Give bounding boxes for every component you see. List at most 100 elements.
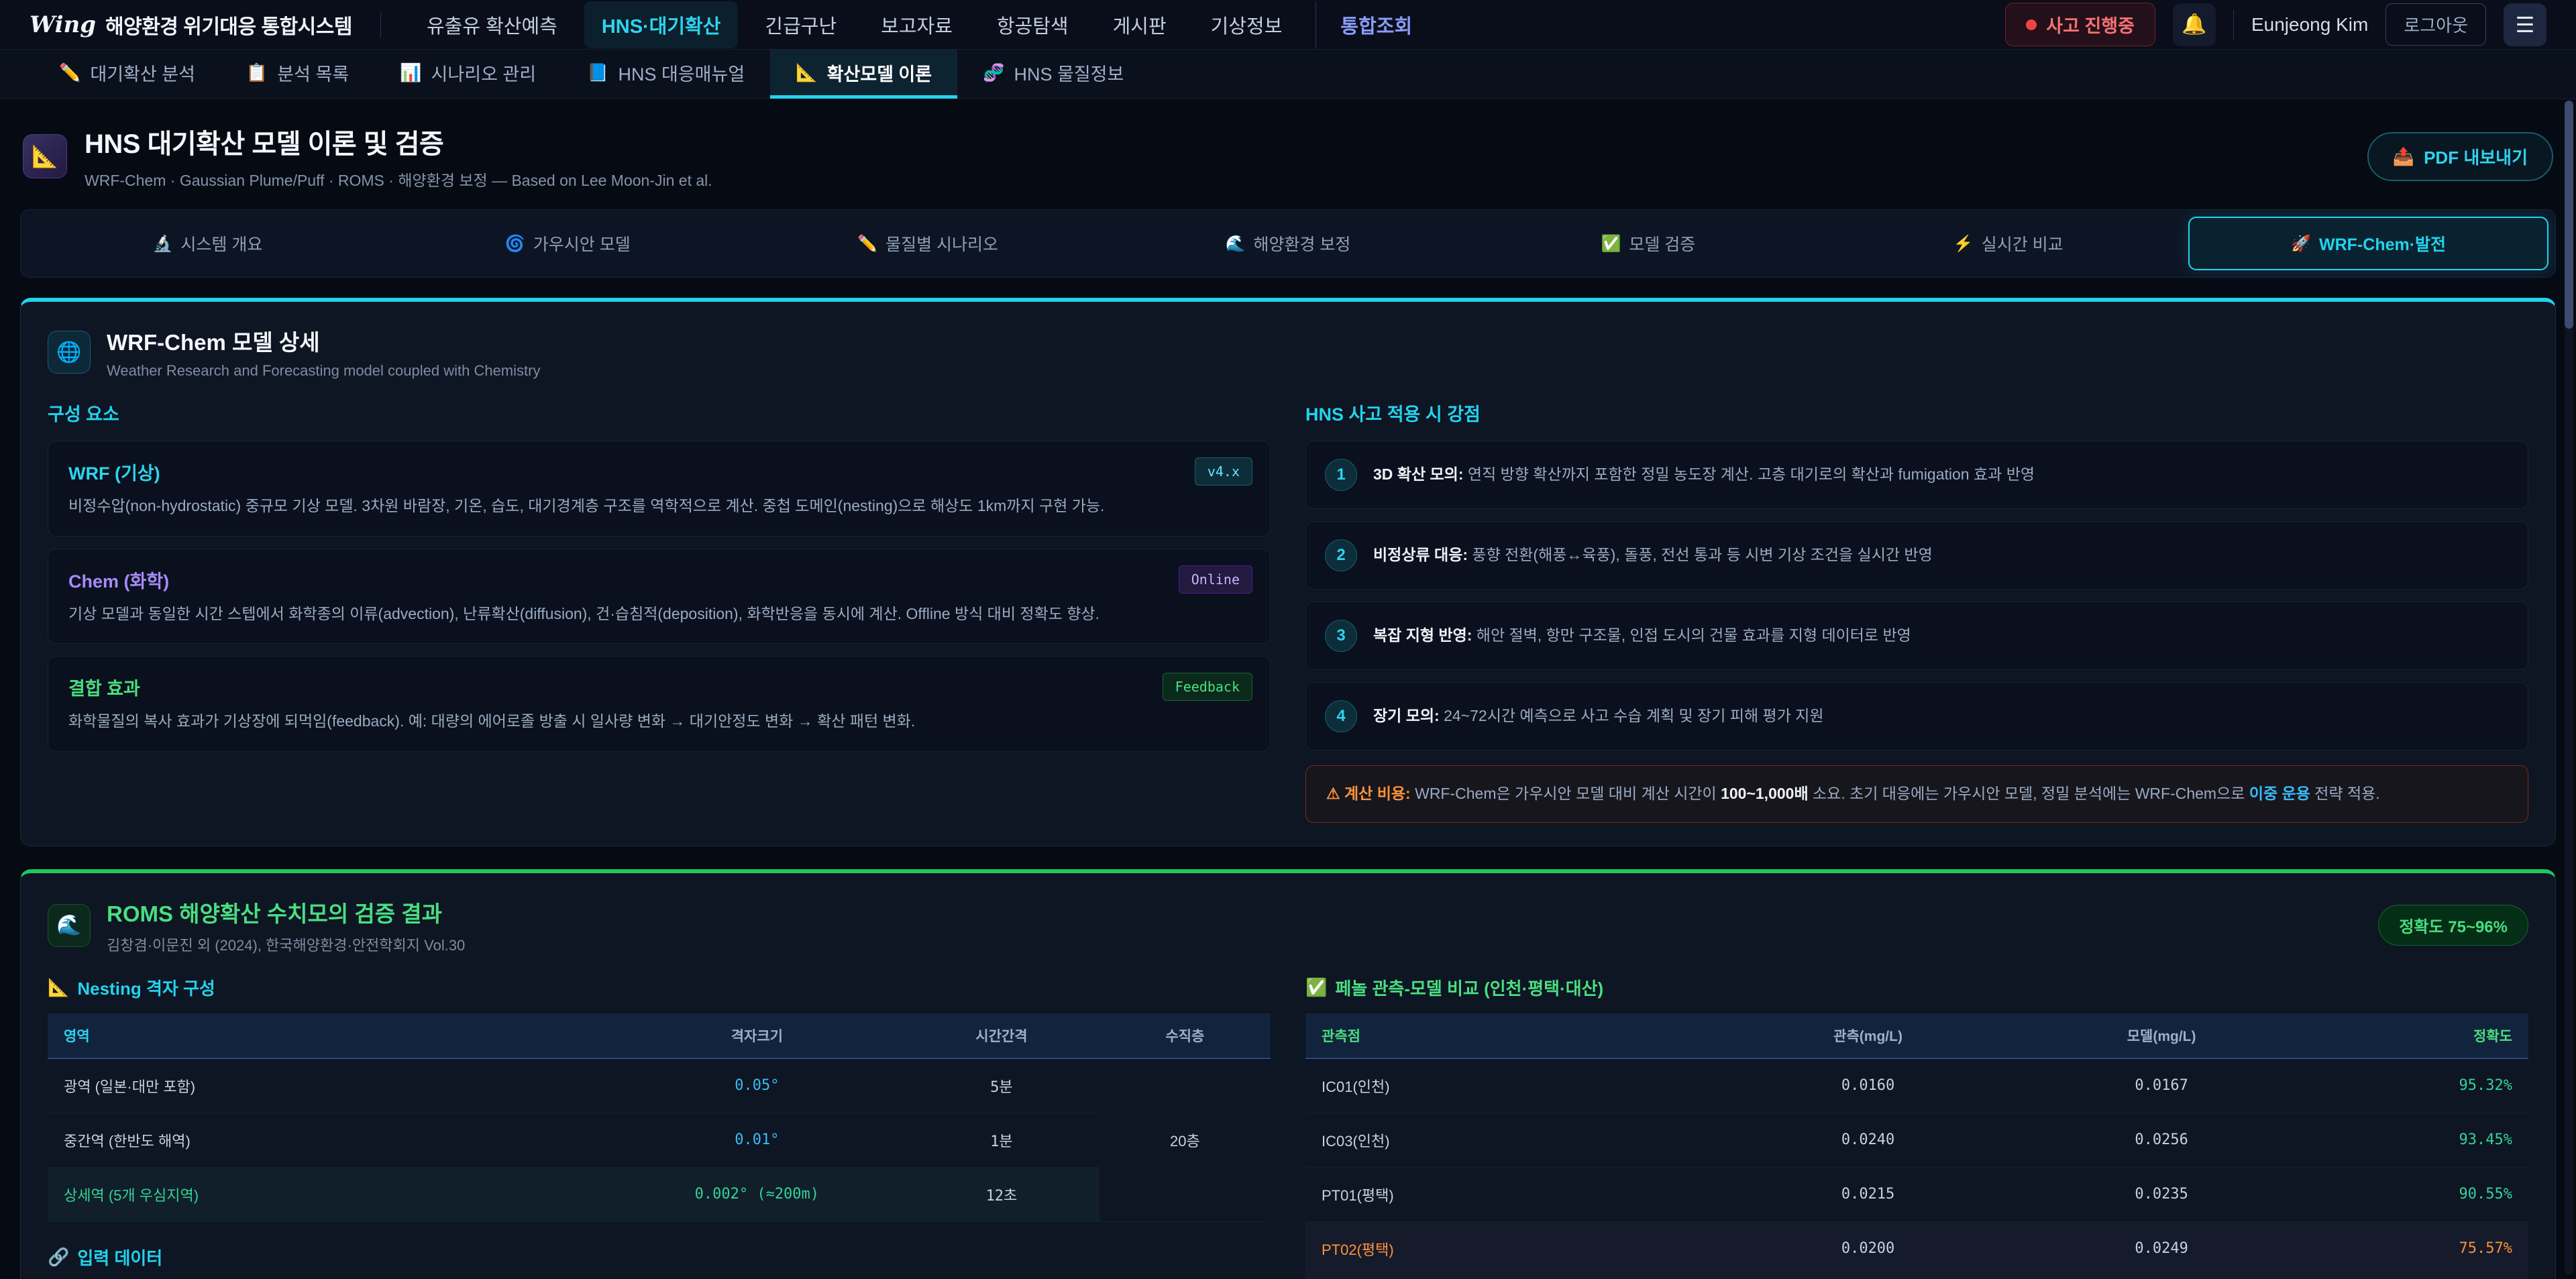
- nesting-column: 📐Nesting 격자 구성 영역 격자크기 시간간격 수직층 광역 (일본·대…: [48, 975, 1271, 1279]
- strength-item: 1 3D 확산 모의: 연직 방향 확산까지 포함한 정밀 농도장 계산. 고층…: [1305, 441, 2528, 509]
- col-header-timestep: 시간간격: [904, 1013, 1099, 1058]
- cell-model: 0.0167: [2015, 1058, 2308, 1113]
- component-wrf: WRF (기상) v4.x 비정수압(non-hydrostatic) 중규모 …: [48, 441, 1271, 537]
- nav-item-weather[interactable]: 기상정보: [1193, 1, 1300, 48]
- strength-body: 연직 방향 확산까지 포함한 정밀 농도장 계산. 고층 대기로의 확산과 fu…: [1463, 465, 2035, 483]
- roms-card-title: ROMS 해양확산 수치모의 검증 결과: [107, 896, 465, 928]
- cell-observed: 0.0200: [1721, 1221, 2015, 1276]
- nav-item-rescue[interactable]: 긴급구난: [747, 1, 854, 48]
- cell-observed: 0.0215: [1721, 1167, 2015, 1221]
- roms-card-header-text: ROMS 해양확산 수치모의 검증 결과 김창겸·이문진 외 (2024), 한…: [107, 896, 465, 955]
- component-name: 결합 효과: [68, 674, 1250, 700]
- strength-text: 복잡 지형 반영: 해안 절벽, 항만 구조물, 인접 도시의 건물 효과를 지…: [1373, 620, 1911, 647]
- wave-icon: 🌊: [48, 904, 91, 947]
- col-header-area: 영역: [48, 1013, 610, 1058]
- cell-observed: 0.0160: [1721, 1058, 2015, 1113]
- nav-item-reports[interactable]: 보고자료: [863, 1, 970, 48]
- strengths-heading: HNS 사고 적용 시 강점: [1305, 400, 2528, 426]
- incident-status-label: 사고 진행중: [2046, 11, 2135, 38]
- nav-item-hns-atmos[interactable]: HNS·대기확산: [584, 1, 739, 48]
- tab-label: 모델 검증: [1629, 231, 1695, 256]
- hamburger-icon: ☰: [2516, 12, 2535, 38]
- rocket-icon: 🚀: [2291, 234, 2311, 254]
- tab-substance-scenario[interactable]: ✏️ 물질별 시나리오: [748, 217, 1108, 270]
- tab-system-overview[interactable]: 🔬시스템 개요: [28, 217, 388, 270]
- hamburger-menu-button[interactable]: ☰: [2504, 3, 2546, 46]
- incident-status-badge[interactable]: 사고 진행중: [2005, 3, 2155, 46]
- wrf-card-subtitle: Weather Research and Forecasting model c…: [107, 362, 540, 380]
- cell-model: 0.0235: [2015, 1167, 2308, 1221]
- triangle-ruler-icon: 📐: [23, 134, 67, 178]
- subnav-item-scenario-mgmt[interactable]: 📊 시나리오 관리: [374, 50, 561, 99]
- cost-text: 소요. 초기 대응에는 가우시안 모델, 정밀 분석에는 WRF-Chem으로: [1809, 785, 2249, 802]
- tab-gaussian-model[interactable]: 🌀가우시안 모델: [388, 217, 748, 270]
- component-chem: Chem (화학) Online 기상 모델과 동일한 시간 스텝에서 화학종의…: [48, 549, 1271, 645]
- page-title: HNS 대기확산 모델 이론 및 검증: [85, 122, 712, 161]
- nav-item-oil-spill[interactable]: 유출유 확산예측: [409, 1, 575, 48]
- nav-item-integrated-search[interactable]: 통합조회: [1316, 1, 1430, 48]
- nav-item-aerial-search[interactable]: 항공탐색: [979, 1, 1086, 48]
- roms-card-header: 🌊 ROMS 해양확산 수치모의 검증 결과 김창겸·이문진 외 (2024),…: [48, 896, 2528, 955]
- subnav-label: HNS 물질정보: [1014, 60, 1124, 86]
- strength-item: 2 비정상류 대응: 풍향 전환(해풍↔육풍), 돌풍, 전선 통과 등 시변 …: [1305, 521, 2528, 590]
- subnav-item-hns-manual[interactable]: 📘 HNS 대응매뉴얼: [561, 50, 770, 99]
- subnav-item-model-theory[interactable]: 📐확산모델 이론: [770, 50, 957, 99]
- inputs-heading: 🔗입력 데이터: [48, 1245, 1271, 1270]
- globe-icon: 🌐: [48, 331, 91, 374]
- section-tabbar: 🔬시스템 개요 🌀가우시안 모델 ✏️ 물질별 시나리오 🌊해양환경 보정 ✅모델…: [20, 209, 2556, 278]
- table-row: 중간역 (한반도 해역) 0.01° 1분: [48, 1113, 1271, 1167]
- subnav-item-hns-substance[interactable]: 🧬 HNS 물질정보: [957, 50, 1149, 99]
- page-subtitle: WRF-Chem · Gaussian Plume/Puff · ROMS · …: [85, 168, 712, 190]
- subnav-label: HNS 대응매뉴얼: [618, 60, 745, 86]
- tab-model-validation[interactable]: ✅모델 검증: [1468, 217, 1828, 270]
- nav-item-board[interactable]: 게시판: [1095, 1, 1184, 48]
- col-header-accuracy: 정확도: [2308, 1013, 2528, 1058]
- roms-card-columns: 📐Nesting 격자 구성 영역 격자크기 시간간격 수직층 광역 (일본·대…: [48, 975, 2528, 1279]
- export-label: PDF 내보내기: [2424, 144, 2528, 169]
- wrf-card-header: 🌐 WRF-Chem 모델 상세 Weather Research and Fo…: [48, 325, 2528, 380]
- strengths-column: HNS 사고 적용 시 강점 1 3D 확산 모의: 연직 방향 확산까지 포함…: [1305, 400, 2528, 823]
- tab-realtime-compare[interactable]: ⚡실시간 비교: [1828, 217, 2188, 270]
- tab-wrf-chem[interactable]: 🚀WRF-Chem·발전: [2188, 217, 2548, 270]
- cell-grid: 0.01°: [610, 1113, 904, 1167]
- table-row-warning: PT02(평택) 0.0200 0.0249 75.57%: [1305, 1221, 2528, 1276]
- pdf-export-button[interactable]: 📤PDF 내보내기: [2367, 132, 2553, 181]
- pencil-icon: ✏️: [857, 234, 877, 254]
- cell-dt: 1분: [904, 1113, 1099, 1167]
- table-header: 영역 격자크기 시간간격 수직층: [48, 1013, 1271, 1058]
- subnav-item-analysis-list[interactable]: 📋분석 목록: [221, 50, 374, 99]
- table-row: PT01(평택) 0.0215 0.0235 90.55%: [1305, 1167, 2528, 1221]
- vertical-scrollbar[interactable]: [2565, 101, 2573, 1275]
- strength-head: 비정상류 대응:: [1373, 546, 1468, 563]
- tab-ocean-correction[interactable]: 🌊해양환경 보정: [1108, 217, 1468, 270]
- cell-model: 0.0256: [2015, 1113, 2308, 1167]
- link-icon: 🔗: [48, 1247, 69, 1268]
- dna-icon: 🧬: [983, 62, 1004, 83]
- logo-wing-icon: Wing: [30, 11, 96, 38]
- col-header-model: 모델(mg/L): [2015, 1013, 2308, 1058]
- subnav-item-diffusion-analysis[interactable]: ✏️대기확산 분석: [34, 50, 221, 99]
- cell-grid: 0.002° (≈200m): [610, 1167, 904, 1221]
- subnav-label: 대기확산 분석: [90, 60, 195, 86]
- tab-label: 물질별 시나리오: [885, 231, 998, 256]
- strength-body: 풍향 전환(해풍↔육풍), 돌풍, 전선 통과 등 시변 기상 조건을 실시간 …: [1468, 546, 1933, 563]
- nesting-title: Nesting 격자 구성: [77, 975, 215, 1000]
- wrf-card-header-text: WRF-Chem 모델 상세 Weather Research and Fore…: [107, 325, 540, 380]
- triangle-ruler-icon: 📐: [48, 977, 69, 998]
- scrollbar-thumb[interactable]: [2565, 101, 2573, 329]
- subnav-label: 분석 목록: [277, 60, 349, 86]
- comparison-heading: ✅페놀 관측-모델 비교 (인천·평택·대산): [1305, 975, 2528, 1000]
- logout-button[interactable]: 로그아웃: [2385, 3, 2486, 46]
- cell-dt: 12초: [904, 1167, 1099, 1221]
- bar-chart-icon: 📊: [400, 62, 421, 83]
- cell-station: IC03(인천): [1305, 1113, 1721, 1167]
- app-title: 해양환경 위기대응 통합시스템: [105, 10, 352, 40]
- table-row-highlight: 상세역 (5개 우심지역) 0.002° (≈200m) 12초: [48, 1167, 1271, 1221]
- user-name: Eunjeong Kim: [2251, 14, 2368, 36]
- number-badge: 3: [1325, 620, 1357, 652]
- notification-bell-button[interactable]: 🔔: [2173, 3, 2216, 46]
- cyclone-icon: 🌀: [505, 234, 525, 254]
- book-icon: 📘: [587, 62, 608, 83]
- component-coupling: 결합 효과 Feedback 화학물질의 복사 효과가 기상장에 되먹임(fee…: [48, 656, 1271, 752]
- subnav-label: 시나리오 관리: [431, 60, 537, 86]
